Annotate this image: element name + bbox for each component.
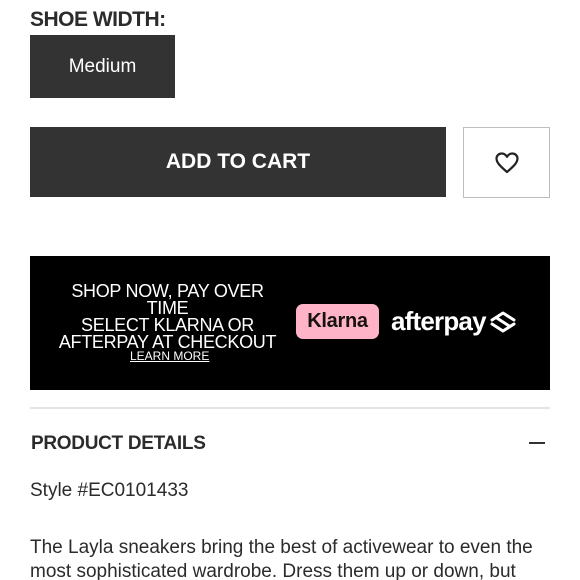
wishlist-button[interactable] (463, 127, 550, 198)
section-divider (30, 407, 550, 409)
afterpay-wordmark: afterpay (391, 306, 487, 336)
add-to-cart-button[interactable]: ADD TO CART (30, 127, 446, 197)
klarna-logo: Klarna (296, 304, 379, 339)
style-number: Style #EC0101433 (30, 480, 189, 501)
afterpay-arrows-icon (490, 311, 516, 332)
heart-icon (494, 151, 519, 173)
shoe-width-label: SHOE WIDTH: (30, 8, 166, 31)
promo-text: SHOP NOW, PAY OVER TIME SELECT KLARNA OR… (50, 281, 285, 351)
promo-line-1: SHOP NOW, PAY OVER TIME (71, 281, 264, 318)
afterpay-logo: afterpay (391, 304, 518, 339)
product-details-heading[interactable]: PRODUCT DETAILS (31, 433, 206, 455)
product-description: The Layla sneakers bring the best of act… (30, 537, 533, 580)
product-page: SHOE WIDTH: Medium ADD TO CART SHOP NOW,… (0, 0, 580, 580)
learn-more-link[interactable]: LEARN MORE (130, 349, 209, 363)
minus-icon[interactable] (529, 442, 545, 444)
pay-over-time-banner: SHOP NOW, PAY OVER TIME SELECT KLARNA OR… (30, 256, 550, 390)
width-option-medium[interactable]: Medium (30, 35, 175, 98)
